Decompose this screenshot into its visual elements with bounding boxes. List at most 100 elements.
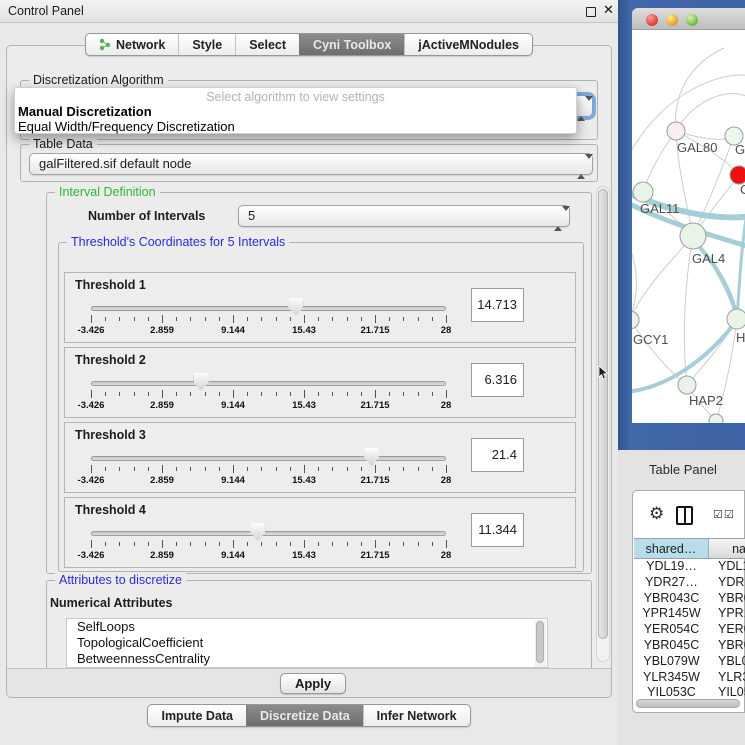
table-row[interactable]: YBL079WYBL07 — [634, 654, 745, 670]
threshold-value-field[interactable]: 14.713 — [471, 288, 524, 322]
network-node-label: GCY1 — [633, 332, 668, 347]
cyni-bottom-tabs: Impute Data Discretize Data Infer Network — [0, 704, 618, 727]
cell-shared-name: YBL079W — [634, 654, 709, 670]
tab-jactivemnodules[interactable]: jActiveMNodules — [404, 34, 532, 55]
slider-thumb[interactable] — [194, 373, 209, 391]
tab-discretize-data[interactable]: Discretize Data — [246, 705, 363, 726]
table-row[interactable]: YLR345WYLR34 — [634, 670, 745, 686]
slider-ticks — [91, 540, 446, 549]
attributes-group-title: Attributes to discretize — [55, 573, 186, 587]
slider-track[interactable] — [91, 381, 446, 386]
zoom-traffic-light-icon[interactable] — [686, 14, 698, 26]
network-node[interactable] — [633, 182, 653, 202]
tab-infer-network[interactable]: Infer Network — [363, 705, 470, 726]
node-table: shared… na YDL19…YDL19YDR27…YDR27YBR043C… — [634, 538, 745, 701]
cell-shared-name: YBR045C — [634, 638, 709, 654]
float-window-icon[interactable] — [586, 7, 596, 17]
network-edge[interactable] — [737, 180, 745, 318]
slider-track[interactable] — [91, 531, 446, 536]
network-icon — [99, 38, 111, 51]
column-header-name[interactable]: na — [709, 539, 745, 558]
minimize-traffic-light-icon[interactable] — [666, 14, 678, 26]
scrollbar-thumb[interactable] — [598, 189, 608, 639]
tab-network[interactable]: Network — [86, 34, 178, 55]
slider-thumb[interactable] — [364, 448, 379, 466]
table-row[interactable]: YPR145WYPR14 — [634, 606, 745, 622]
threshold-label: Threshold 4 — [75, 503, 146, 517]
num-intervals-label: Number of Intervals — [88, 209, 205, 223]
network-canvas[interactable]: GAL80G.CGAL11GAL4GCY1HHAP2 — [632, 30, 745, 423]
network-node[interactable] — [632, 311, 639, 329]
table-row[interactable]: YBR043CYBR04 — [634, 591, 745, 607]
columns-icon[interactable] — [676, 506, 693, 525]
algorithm-group-title: Discretization Algorithm — [29, 73, 168, 87]
slider-thumb[interactable] — [250, 523, 265, 541]
network-node-label: GAL11 — [640, 201, 680, 216]
tab-style[interactable]: Style — [178, 34, 235, 55]
cell-name: YDL19 — [709, 559, 745, 575]
cell-name: YBL07 — [709, 654, 745, 670]
table-horizontal-scrollbar[interactable] — [636, 699, 740, 708]
threshold-row: Threshold 3 -3.4262.8599.14415.4321.71528… — [64, 422, 576, 493]
attribute-list-item[interactable]: SelfLoops — [67, 619, 547, 635]
num-intervals-value: 5 — [248, 208, 255, 223]
threshold-value-field[interactable]: 11.344 — [471, 513, 524, 547]
attribute-list-item[interactable]: BetweennessCentrality — [67, 651, 547, 667]
cell-name: YPR14 — [709, 606, 745, 622]
apply-button[interactable]: Apply — [280, 673, 346, 694]
threshold-value-field[interactable]: 21.4 — [471, 438, 524, 472]
network-node[interactable] — [667, 122, 685, 140]
slider-tick-labels: -3.4262.8599.14415.4321.71528 — [91, 475, 446, 487]
slider-ticks — [91, 390, 446, 399]
network-window-titlebar[interactable] — [632, 8, 745, 30]
algorithm-option[interactable]: Equal Width/Frequency Discretization — [15, 119, 576, 134]
table-row[interactable]: YDR27…YDR27 — [634, 575, 745, 591]
control-panel-title: Control Panel — [8, 4, 84, 18]
table-header-row: shared… na — [634, 538, 745, 559]
tab-cyni-toolbox[interactable]: Cyni Toolbox — [299, 34, 404, 55]
close-icon[interactable]: ✕ — [603, 2, 614, 18]
threshold-value-field[interactable]: 6.316 — [471, 363, 524, 397]
table-row[interactable]: YBR045CYBR04 — [634, 638, 745, 654]
threshold-row: Threshold 4-3.4262.8599.14415.4321.71528… — [64, 497, 576, 568]
numerical-attributes-label: Numerical Attributes — [50, 596, 172, 610]
slider-track[interactable] — [91, 456, 446, 461]
algorithm-option[interactable]: Manual Discretization — [15, 104, 576, 119]
tab-label: Impute Data — [161, 709, 233, 723]
threshold-row: Threshold 2-3.4262.8599.14415.4321.71528… — [64, 347, 576, 418]
tab-impute-data[interactable]: Impute Data — [148, 705, 246, 726]
network-node[interactable] — [680, 223, 706, 249]
gear-icon[interactable]: ⚙ — [649, 504, 664, 524]
table-row[interactable]: YER054CYER05 — [634, 622, 745, 638]
tab-label: Discretize Data — [260, 709, 350, 723]
thresholds-group-title: Threshold's Coordinates for 5 Intervals — [67, 235, 289, 249]
attributes-scrollbar[interactable] — [535, 620, 546, 668]
combo-stepper-icon — [577, 157, 586, 177]
dropdown-placeholder: Select algorithm to view settings — [15, 88, 576, 104]
threshold-label: Threshold 1 — [75, 278, 146, 292]
network-node-label: G. — [735, 142, 745, 157]
checkbox-icons[interactable]: ☑☑ — [713, 508, 735, 521]
threshold-label: Threshold 3 — [75, 428, 146, 442]
table-panel-title: Table Panel — [649, 462, 717, 477]
numerical-attributes-list[interactable]: SelfLoopsTopologicalCoefficientBetweenne… — [66, 618, 548, 668]
network-node[interactable] — [678, 376, 696, 394]
slider-track[interactable] — [91, 306, 446, 311]
slider-ticks — [91, 315, 446, 324]
network-node-label: HAP2 — [689, 393, 723, 408]
cell-shared-name: YLR345W — [634, 670, 709, 686]
tab-select[interactable]: Select — [235, 34, 299, 55]
column-header-shared[interactable]: shared… — [634, 539, 709, 558]
close-traffic-light-icon[interactable] — [646, 14, 658, 26]
control-panel-scrollbar[interactable] — [596, 186, 610, 662]
node-table-panel: ⚙ ☑☑ shared… na YDL19…YDL19YDR27…YDR27YB… — [632, 490, 745, 713]
tab-label: Select — [249, 38, 286, 52]
network-node[interactable] — [709, 414, 723, 423]
num-intervals-combobox[interactable]: 5 — [238, 205, 570, 227]
table-row[interactable]: YDL19…YDL19 — [634, 559, 745, 575]
table-data-combobox[interactable]: galFiltered.sif default node — [29, 153, 593, 175]
slider-thumb[interactable] — [288, 298, 303, 316]
network-node-label: H — [736, 330, 745, 345]
network-node[interactable] — [727, 309, 745, 329]
attribute-list-item[interactable]: TopologicalCoefficient — [67, 635, 547, 651]
